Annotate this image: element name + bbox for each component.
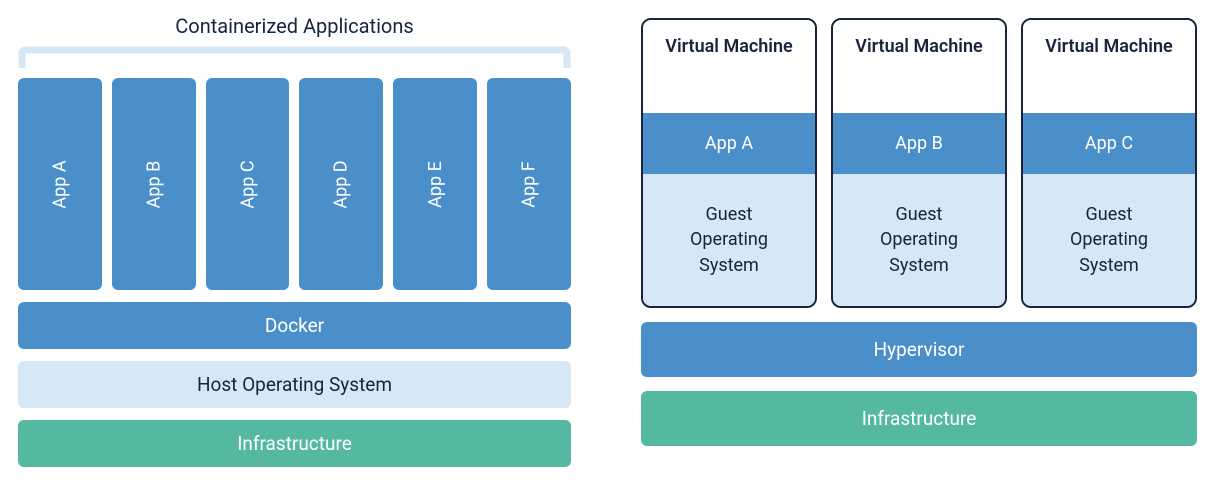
vm-app-layer: App C: [1023, 113, 1195, 174]
vm-box-c: Virtual Machine App C Guest Operating Sy…: [1021, 18, 1197, 308]
infrastructure-layer: Infrastructure: [18, 420, 571, 467]
apps-row: App A App B App C App D App E App F: [18, 78, 571, 290]
app-box-b: App B: [112, 78, 196, 290]
app-box-f: App F: [487, 78, 571, 290]
bracket-icon: [18, 46, 571, 68]
app-box-d: App D: [299, 78, 383, 290]
vm-box-b: Virtual Machine App B Guest Operating Sy…: [831, 18, 1007, 308]
app-label: App E: [425, 161, 446, 208]
hypervisor-layer: Hypervisor: [641, 322, 1197, 377]
host-os-layer: Host Operating System: [18, 361, 571, 408]
vm-guest-layer: Guest Operating System: [833, 174, 1005, 306]
vms-diagram: Virtual Machine App A Guest Operating Sy…: [641, 10, 1197, 491]
vm-header: Virtual Machine: [643, 20, 815, 113]
app-label: App B: [143, 160, 164, 208]
app-box-a: App A: [18, 78, 102, 290]
vm-app-layer: App B: [833, 113, 1005, 174]
vm-app-layer: App A: [643, 113, 815, 174]
vm-guest-layer: Guest Operating System: [643, 174, 815, 306]
app-box-c: App C: [206, 78, 290, 290]
infrastructure-layer: Infrastructure: [641, 391, 1197, 446]
vm-header: Virtual Machine: [833, 20, 1005, 113]
vm-guest-layer: Guest Operating System: [1023, 174, 1195, 306]
app-label: App F: [519, 161, 540, 207]
containers-title: Containerized Applications: [18, 14, 571, 38]
app-box-e: App E: [393, 78, 477, 290]
app-label: App C: [237, 160, 258, 208]
vms-row: Virtual Machine App A Guest Operating Sy…: [641, 18, 1197, 308]
vm-header: Virtual Machine: [1023, 20, 1195, 113]
docker-layer: Docker: [18, 302, 571, 349]
app-label: App A: [49, 160, 70, 208]
vm-box-a: Virtual Machine App A Guest Operating Sy…: [641, 18, 817, 308]
containers-diagram: Containerized Applications App A App B A…: [18, 10, 571, 491]
app-label: App D: [331, 160, 352, 208]
